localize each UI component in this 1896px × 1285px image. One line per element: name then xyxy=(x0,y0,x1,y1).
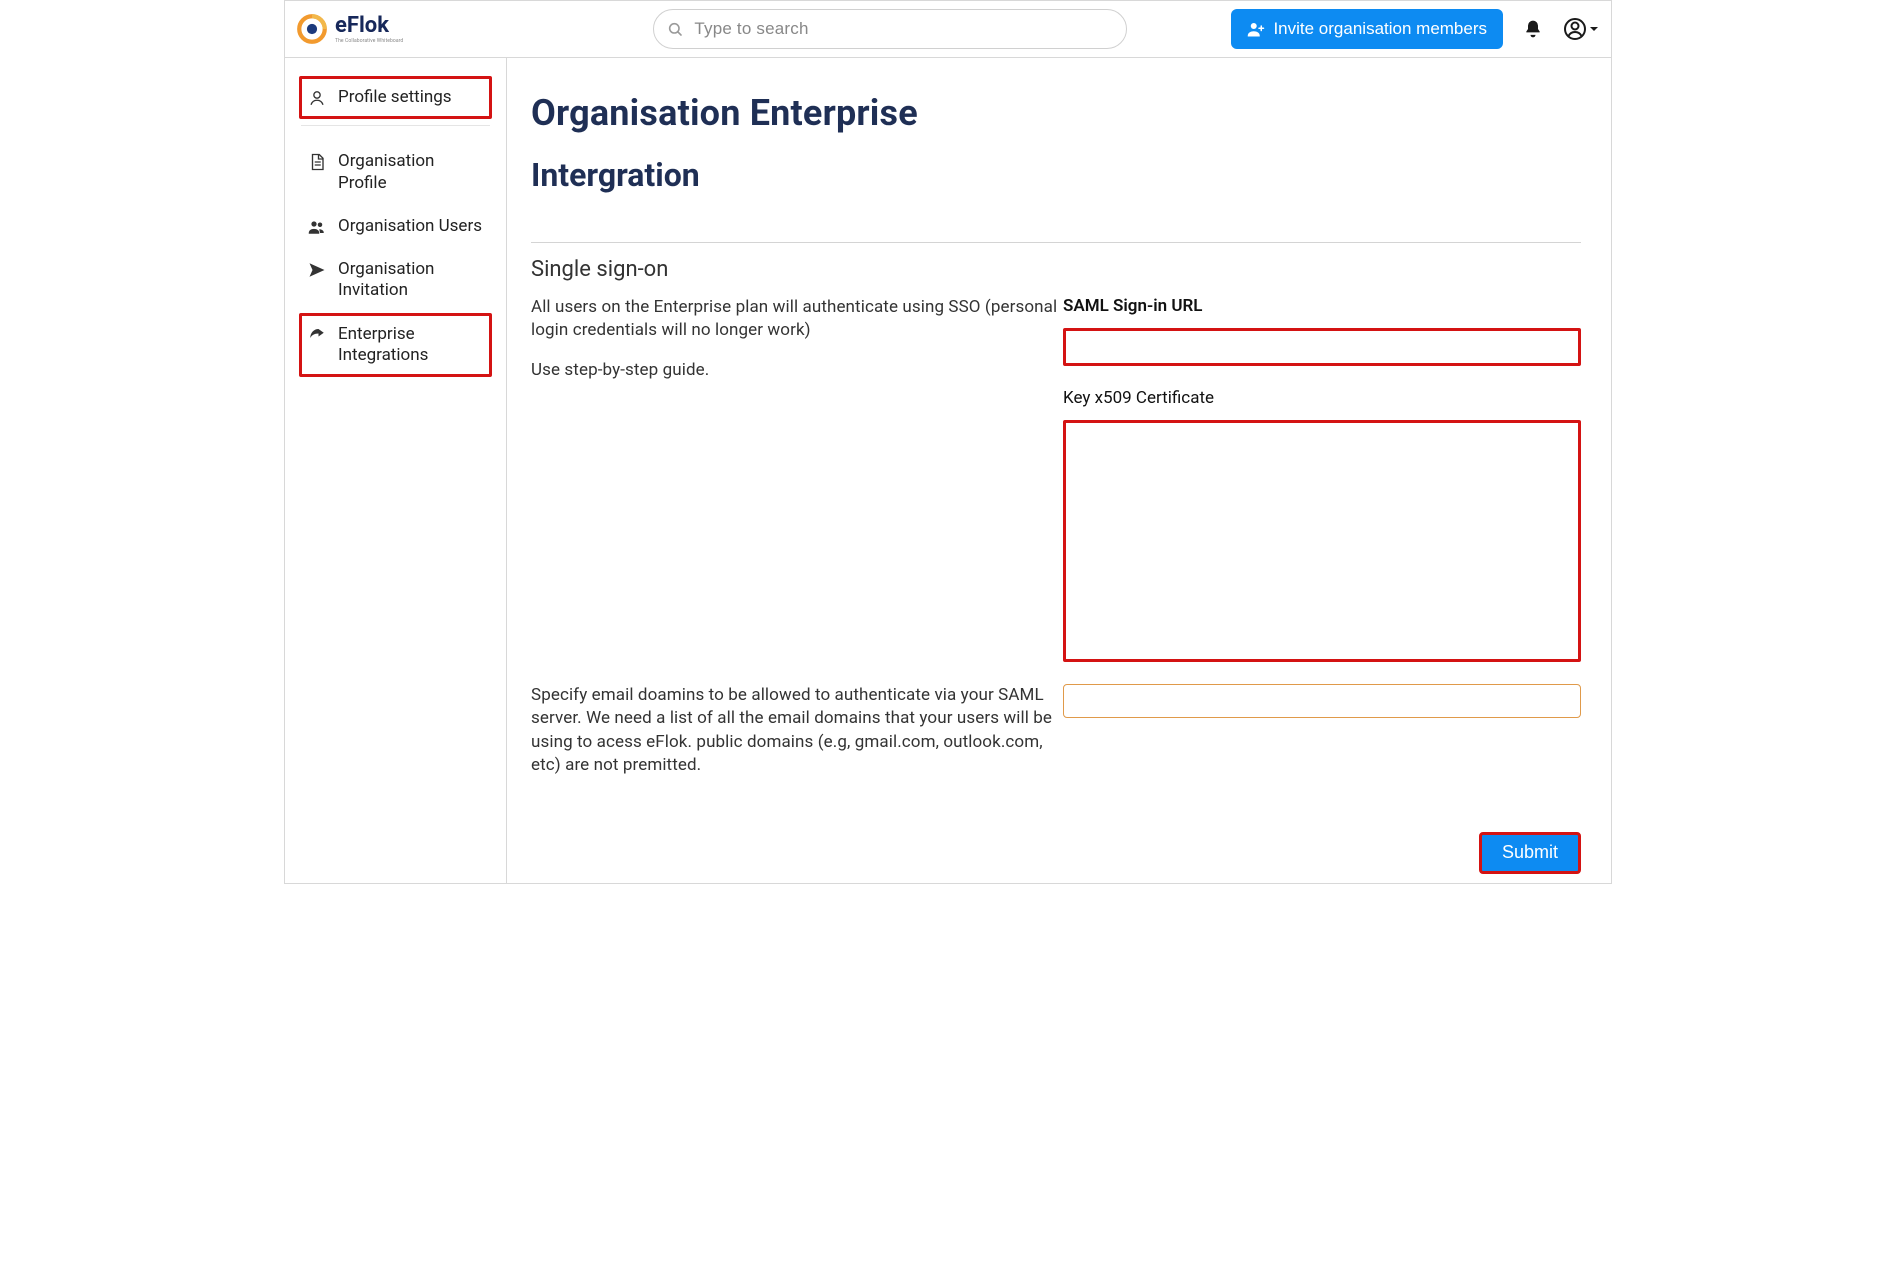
cert-label: Key x509 Certificate xyxy=(1063,388,1581,408)
sso-guide-link[interactable]: Use step-by-step guide. xyxy=(531,359,1059,382)
saml-url-input[interactable] xyxy=(1063,328,1581,366)
search-wrap xyxy=(653,9,1127,49)
sso-description: All users on the Enterprise plan will au… xyxy=(531,296,1059,343)
sso-left-column: All users on the Enterprise plan will au… xyxy=(531,296,1063,684)
user-circle-icon xyxy=(1563,17,1587,41)
app-frame: eFlok The Collaborative Whiteboard I xyxy=(284,0,1612,884)
invite-members-label: Invite organisation members xyxy=(1273,19,1487,39)
share-icon xyxy=(308,326,328,344)
main-content: Organisation Enterprise Intergration Sin… xyxy=(507,58,1611,883)
brand-name: eFlok xyxy=(335,15,403,37)
brand-text: eFlok The Collaborative Whiteboard xyxy=(335,15,403,44)
sidebar-item-organisation-profile[interactable]: Organisation Profile xyxy=(299,140,492,205)
users-icon xyxy=(308,218,328,236)
notifications-button[interactable] xyxy=(1519,19,1547,39)
sidebar: Profile settings Organisation Profile xyxy=(285,58,507,883)
user-menu[interactable] xyxy=(1563,17,1599,41)
body: Profile settings Organisation Profile xyxy=(285,58,1611,883)
brand-tagline: The Collaborative Whiteboard xyxy=(335,39,403,44)
sidebar-item-label: Organisation Invitation xyxy=(338,259,483,302)
sidebar-item-label: Organisation Users xyxy=(338,216,482,237)
sidebar-item-organisation-invitation[interactable]: Organisation Invitation xyxy=(299,248,492,313)
sidebar-item-enterprise-integrations[interactable]: Enterprise Integrations xyxy=(299,313,492,378)
sidebar-item-profile-settings[interactable]: Profile settings xyxy=(299,76,492,119)
user-outline-icon xyxy=(308,89,328,107)
domains-columns: Specify email doamins to be allowed to a… xyxy=(531,684,1581,794)
chevron-down-icon xyxy=(1589,24,1599,34)
button-row: Submit xyxy=(531,832,1581,874)
file-doc-icon xyxy=(308,153,328,171)
bell-icon xyxy=(1523,19,1543,39)
top-bar: eFlok The Collaborative Whiteboard I xyxy=(285,1,1611,58)
invite-members-button[interactable]: Invite organisation members xyxy=(1231,9,1503,49)
page-title-line2: Intergration xyxy=(531,156,1581,194)
search-input[interactable] xyxy=(653,9,1127,49)
sso-columns: All users on the Enterprise plan will au… xyxy=(531,296,1581,684)
sidebar-item-label: Profile settings xyxy=(338,87,452,108)
submit-button[interactable]: Submit xyxy=(1479,832,1581,874)
section-title-sso: Single sign-on xyxy=(531,257,1581,282)
section-rule xyxy=(531,242,1581,243)
domains-left-column: Specify email doamins to be allowed to a… xyxy=(531,684,1063,794)
domains-description: Specify email doamins to be allowed to a… xyxy=(531,684,1059,778)
domains-right-column xyxy=(1063,684,1581,794)
sidebar-item-label: Enterprise Integrations xyxy=(338,324,483,367)
sso-right-column: SAML Sign-in URL Key x509 Certificate xyxy=(1063,296,1581,684)
sidebar-item-organisation-users[interactable]: Organisation Users xyxy=(299,205,492,248)
sidebar-item-label: Organisation Profile xyxy=(338,151,483,194)
page-title-line1: Organisation Enterprise xyxy=(531,92,1581,134)
cert-textarea[interactable] xyxy=(1063,420,1581,662)
spacer xyxy=(1063,366,1581,388)
saml-url-label: SAML Sign-in URL xyxy=(1063,296,1581,316)
domains-input[interactable] xyxy=(1063,684,1581,718)
brand-mark-icon xyxy=(295,12,329,46)
send-icon xyxy=(308,261,328,279)
brand-logo[interactable]: eFlok The Collaborative Whiteboard xyxy=(295,12,403,46)
user-plus-icon xyxy=(1247,20,1265,38)
search-icon xyxy=(667,21,683,37)
sidebar-separator xyxy=(301,125,490,126)
